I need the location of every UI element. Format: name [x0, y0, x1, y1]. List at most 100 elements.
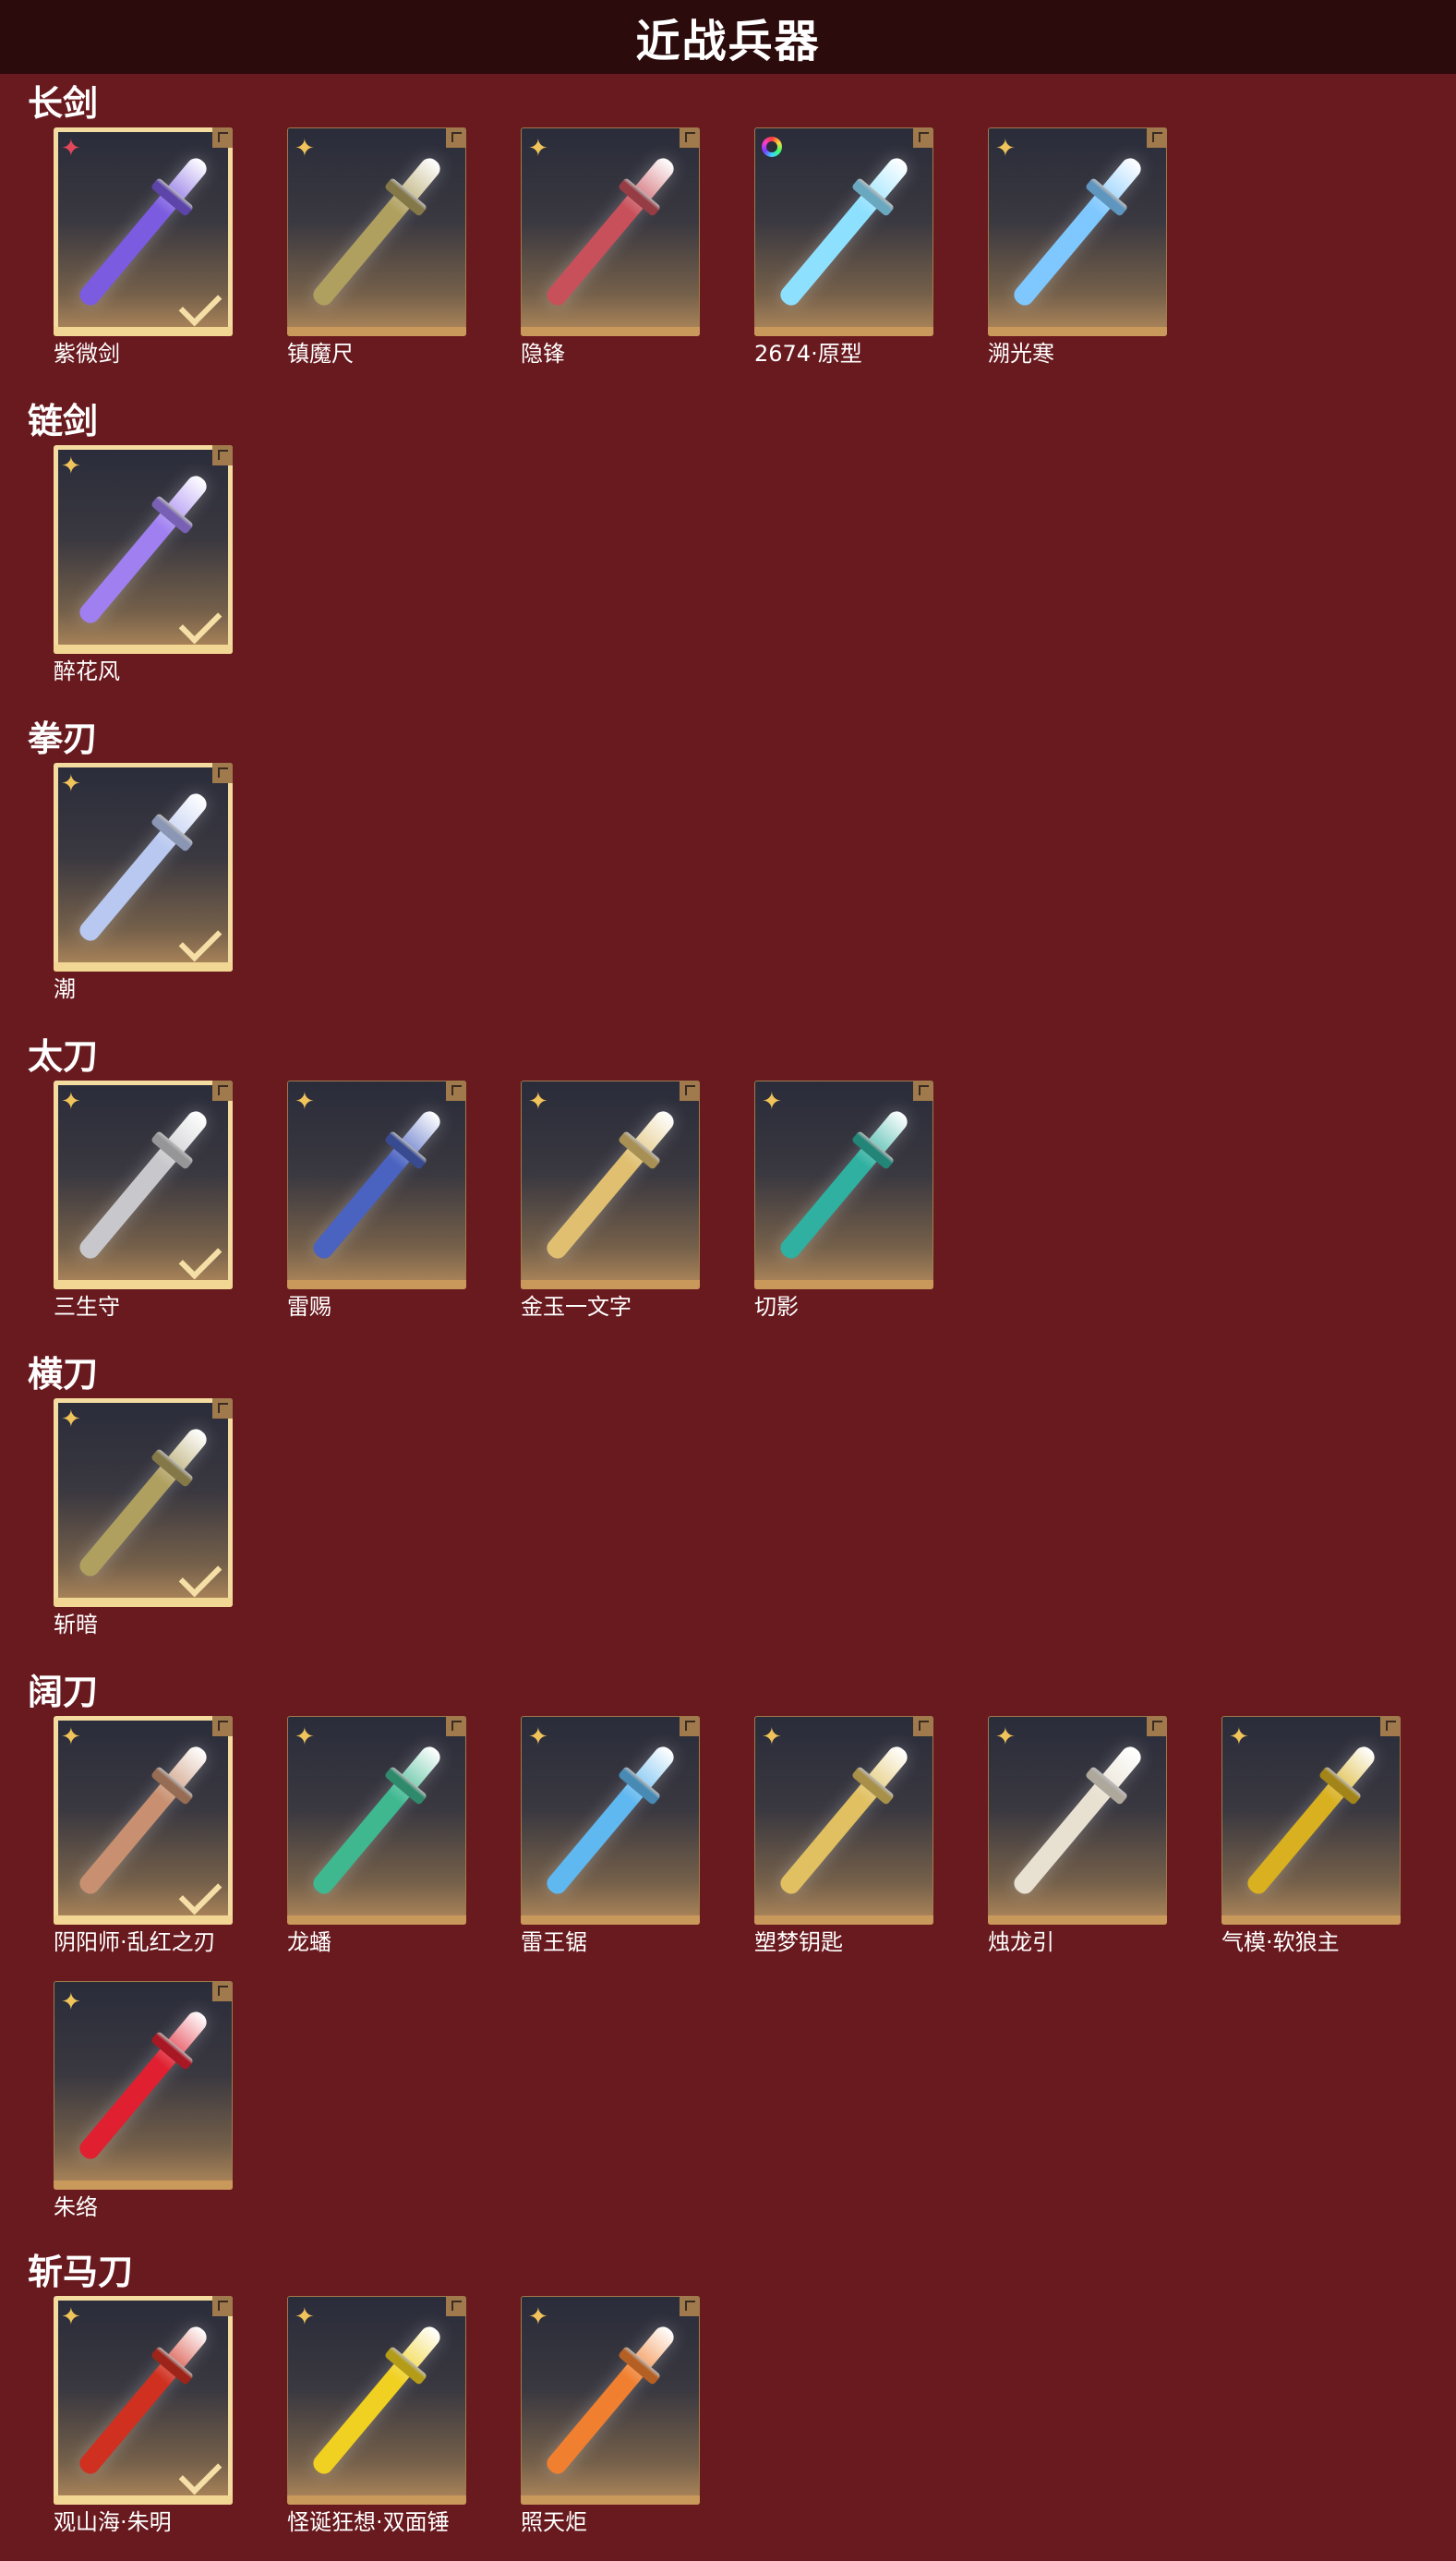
weapon-thumbnail[interactable]: ✦ [521, 2296, 700, 2505]
weapon-thumbnail[interactable]: ✦ [54, 1981, 233, 2190]
weapon-card[interactable]: ✦ 塑梦钥匙 [754, 1716, 933, 1955]
weapon-thumbnail[interactable]: ✦ [521, 1716, 700, 1925]
page-header: 近战兵器 [0, 0, 1456, 74]
weapon-image [543, 2323, 678, 2478]
gold-star-icon: ✦ [61, 1406, 81, 1433]
weapon-card[interactable]: ✦ 观山海·朱明 [54, 2296, 233, 2535]
weapon-image [309, 1743, 444, 1898]
weapon-card[interactable]: ✦ 紫微剑 [54, 127, 233, 367]
weapon-card[interactable]: ✦ 切影 [754, 1081, 933, 1320]
weapon-card[interactable]: ✦ 三生守 [54, 1081, 233, 1320]
check-icon [178, 1553, 223, 1598]
weapon-name: 溯光寒 [988, 341, 1054, 367]
weapon-card[interactable]: ✦ 阴阳师·乱红之刃 [54, 1716, 233, 1955]
weapon-thumbnail[interactable]: ✦ [54, 1398, 233, 1607]
corner-expand-icon [212, 763, 233, 783]
weapon-card[interactable]: ✦ 醉花风 [54, 445, 233, 684]
color-ring-icon [762, 137, 782, 157]
weapon-thumbnail[interactable]: ✦ [754, 1081, 933, 1289]
weapon-card[interactable]: ✦ 朱络 [54, 1981, 233, 2220]
weapon-image [776, 1743, 911, 1898]
weapon-card[interactable]: ✦ 烛龙引 [988, 1716, 1167, 1955]
gold-star-icon: ✦ [295, 1723, 315, 1751]
weapon-thumbnail[interactable] [754, 127, 933, 336]
section-title: 太刀 [28, 1036, 99, 1077]
corner-expand-icon [212, 1716, 233, 1736]
weapon-card[interactable]: ✦ 金玉一文字 [521, 1081, 700, 1320]
section-title: 阔刀 [28, 1672, 99, 1712]
weapon-thumbnail[interactable]: ✦ [54, 2296, 233, 2505]
weapon-thumbnail[interactable]: ✦ [287, 1716, 466, 1925]
weapon-card[interactable]: ✦ 雷王锯 [521, 1716, 700, 1955]
weapon-thumbnail[interactable]: ✦ [287, 127, 466, 336]
section-title: 横刀 [28, 1354, 99, 1395]
corner-expand-icon [212, 127, 233, 148]
weapon-name: 紫微剑 [54, 341, 120, 367]
corner-expand-icon [680, 127, 700, 148]
weapon-name: 镇魔尺 [287, 341, 354, 367]
corner-expand-icon [1147, 1716, 1167, 1736]
weapon-card[interactable]: ✦ 溯光寒 [988, 127, 1167, 367]
weapon-card[interactable]: 2674·原型 [754, 127, 933, 367]
weapon-thumbnail[interactable]: ✦ [54, 763, 233, 972]
corner-expand-icon [212, 1398, 233, 1419]
weapon-card[interactable]: ✦ 潮 [54, 763, 233, 1002]
weapon-name: 烛龙引 [988, 1929, 1054, 1955]
gold-star-icon: ✦ [61, 1088, 81, 1116]
weapon-thumbnail[interactable]: ✦ [54, 445, 233, 654]
weapon-image [1010, 1743, 1145, 1898]
gold-star-icon: ✦ [528, 1723, 548, 1751]
corner-expand-icon [1147, 127, 1167, 148]
weapon-image [76, 472, 211, 627]
weapon-image [76, 154, 211, 309]
page-title: 近战兵器 [635, 16, 821, 67]
gold-star-icon: ✦ [995, 135, 1016, 163]
weapon-thumbnail[interactable]: ✦ [988, 127, 1167, 336]
weapon-card[interactable]: ✦ 斩暗 [54, 1398, 233, 1637]
corner-expand-icon [446, 2296, 466, 2316]
gold-star-icon: ✦ [295, 2303, 315, 2331]
weapon-card[interactable]: ✦ 雷赐 [287, 1081, 466, 1320]
weapon-name: 雷王锯 [521, 1929, 587, 1955]
weapon-name: 金玉一文字 [521, 1294, 632, 1320]
weapon-name: 切影 [754, 1294, 799, 1320]
weapon-card[interactable]: ✦ 气模·软狼主 [1221, 1716, 1401, 1955]
gold-star-icon: ✦ [295, 135, 315, 163]
weapon-card[interactable]: ✦ 照天炬 [521, 2296, 700, 2535]
weapon-thumbnail[interactable]: ✦ [54, 127, 233, 336]
weapon-image [776, 154, 911, 309]
weapon-thumbnail[interactable]: ✦ [54, 1081, 233, 1289]
weapon-name: 2674·原型 [754, 341, 862, 367]
weapon-thumbnail[interactable]: ✦ [287, 2296, 466, 2505]
weapon-thumbnail[interactable]: ✦ [1221, 1716, 1401, 1925]
weapon-image [543, 154, 678, 309]
weapon-image [76, 1743, 211, 1898]
weapon-thumbnail[interactable]: ✦ [521, 127, 700, 336]
weapon-thumbnail[interactable]: ✦ [521, 1081, 700, 1289]
weapon-card[interactable]: ✦ 隐锋 [521, 127, 700, 367]
gold-star-icon: ✦ [61, 770, 81, 798]
weapon-name: 醉花风 [54, 658, 120, 684]
weapon-image [543, 1107, 678, 1262]
corner-expand-icon [680, 1081, 700, 1101]
weapon-name: 龙蟠 [287, 1929, 331, 1955]
corner-expand-icon [446, 1716, 466, 1736]
section-title: 链剑 [28, 401, 99, 441]
corner-expand-icon [913, 1081, 933, 1101]
weapon-image [1010, 154, 1145, 309]
gold-star-icon: ✦ [528, 1088, 548, 1116]
weapon-image [309, 1107, 444, 1262]
weapon-thumbnail[interactable]: ✦ [754, 1716, 933, 1925]
weapon-thumbnail[interactable]: ✦ [988, 1716, 1167, 1925]
check-icon [178, 283, 223, 327]
weapon-card[interactable]: ✦ 龙蟠 [287, 1716, 466, 1955]
weapon-card[interactable]: ✦ 怪诞狂想·双面锤 [287, 2296, 466, 2535]
weapon-card[interactable]: ✦ 镇魔尺 [287, 127, 466, 367]
weapon-name: 潮 [54, 976, 76, 1002]
gold-star-icon: ✦ [61, 1723, 81, 1751]
check-icon [178, 1236, 223, 1280]
weapon-name: 朱络 [54, 2194, 98, 2220]
weapon-thumbnail[interactable]: ✦ [287, 1081, 466, 1289]
corner-expand-icon [913, 1716, 933, 1736]
weapon-thumbnail[interactable]: ✦ [54, 1716, 233, 1925]
